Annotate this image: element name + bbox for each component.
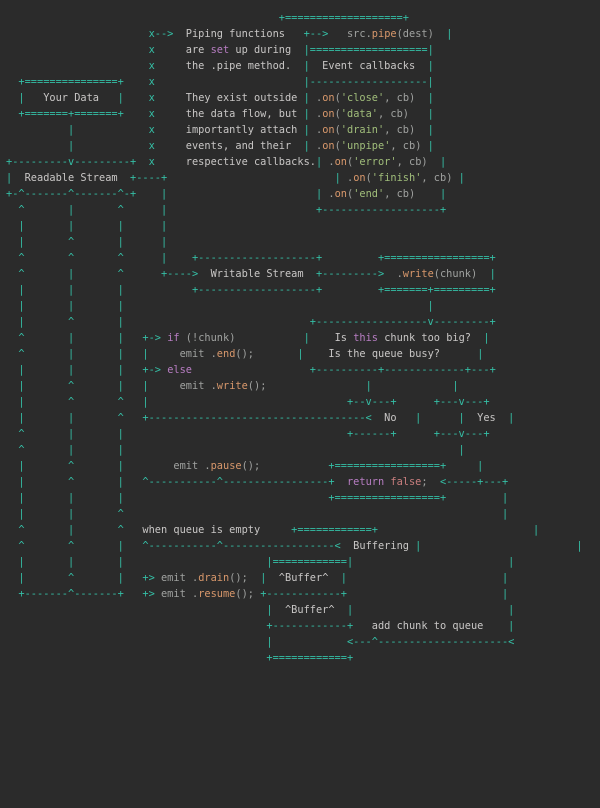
return-false-code: return false; [347, 476, 428, 488]
on-close-code: .on('close', cb) [316, 92, 415, 104]
data-flow-label: the data flow, but [186, 108, 298, 120]
on-drain-code: .on('drain', cb) [316, 124, 415, 136]
emit-end-code: emit .end(); [180, 348, 254, 360]
callbacks-label: respective callbacks. [186, 156, 316, 168]
writable-stream-label: Writable Stream [211, 268, 304, 280]
no-label: No [384, 412, 396, 424]
yes-label: Yes [477, 412, 496, 424]
emit-drain-code: emit .drain(); [161, 572, 248, 584]
events-label: events, and their [186, 140, 291, 152]
piping-functions-label: Piping functions [186, 28, 285, 40]
too-big-line: Is this chunk too big? [335, 332, 471, 344]
emit-write-code: emit .write(); [180, 380, 267, 392]
if-chunk-code: if (!chunk) [167, 332, 235, 344]
exist-outside-label: They exist outside [186, 92, 298, 104]
buffering-label: Buffering [353, 540, 409, 552]
pipe-method-label: the .pipe method. [186, 60, 291, 72]
src-pipe-code: src.pipe(dest) [347, 28, 434, 40]
emit-pause-code: emit .pause(); [173, 460, 260, 472]
on-error-code: .on('error', cb) [328, 156, 427, 168]
buffer-top-label: ^Buffer^ [279, 572, 329, 584]
else-code: else [167, 364, 192, 376]
on-data-code: .on('data', cb) [316, 108, 409, 120]
your-data-label: Your Data [43, 92, 99, 104]
event-callbacks-label: Event callbacks [322, 60, 415, 72]
set-up-line: are set up during [186, 44, 291, 56]
buffer-bottom-label: ^Buffer^ [285, 604, 335, 616]
on-finish-code: .on('finish', cb) [347, 172, 452, 184]
queue-empty-label: when queue is empty [142, 524, 260, 536]
stream-diagram: +===================+ x--> Piping functi… [0, 0, 600, 676]
add-chunk-label: add chunk to queue [372, 620, 484, 632]
queue-busy-label: Is the queue busy? [328, 348, 440, 360]
write-chunk-code: .write(chunk) [397, 268, 478, 280]
on-end-code: .on('end', cb) [328, 188, 415, 200]
on-unpipe-code: .on('unpipe', cb) [316, 140, 421, 152]
emit-resume-code: emit .resume(); [161, 588, 254, 600]
readable-stream-label: Readable Stream [25, 172, 118, 184]
importantly-label: importantly attach [186, 124, 298, 136]
